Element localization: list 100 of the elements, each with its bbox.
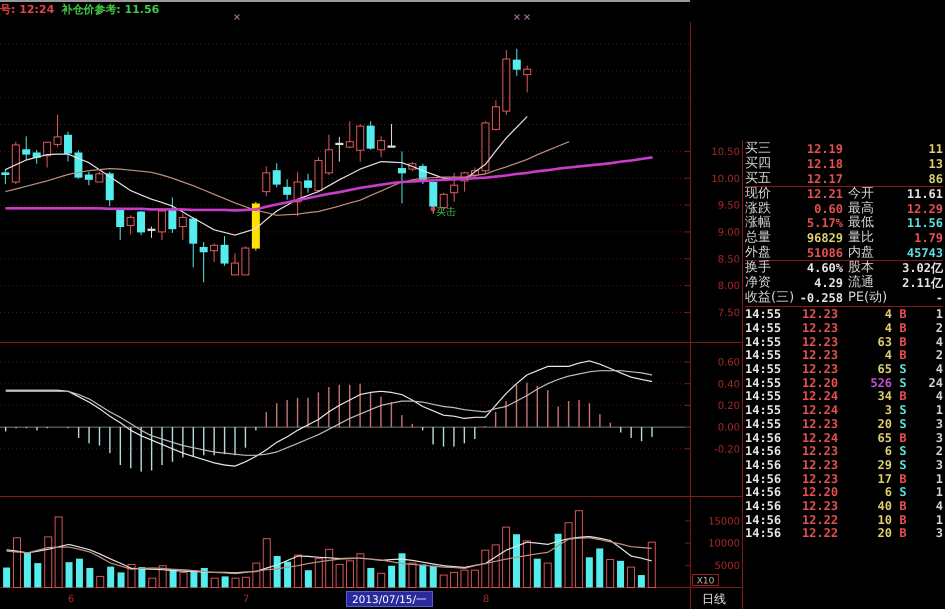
tick-time: 14:56 bbox=[745, 458, 782, 472]
candle bbox=[460, 171, 469, 192]
bar bbox=[200, 568, 208, 588]
bar bbox=[450, 572, 458, 588]
quote-value: 5.17% bbox=[806, 216, 843, 230]
bar bbox=[252, 562, 260, 588]
tick-count: 4 bbox=[936, 500, 943, 513]
bar bbox=[13, 537, 22, 588]
tick-volume: 4 bbox=[884, 322, 892, 335]
quote-label: 流通 bbox=[848, 276, 874, 290]
bid-price: 12.19 bbox=[806, 142, 843, 156]
candle bbox=[502, 49, 510, 116]
tick-side: B bbox=[899, 349, 907, 362]
bar bbox=[626, 566, 635, 588]
bid-level-label: 买五 bbox=[745, 172, 771, 186]
candle bbox=[178, 213, 187, 240]
tick-volume: 65 bbox=[878, 363, 892, 376]
candle bbox=[450, 172, 458, 202]
tick-time: 14:56 bbox=[745, 500, 782, 513]
bid-volume: 86 bbox=[928, 172, 943, 186]
bar bbox=[346, 560, 354, 588]
tick-side: B bbox=[899, 527, 907, 540]
tick-volume: 34 bbox=[878, 390, 892, 404]
period-label: 日线 bbox=[702, 592, 726, 606]
quote-label: 最高 bbox=[848, 202, 874, 216]
tick-price: 12.23 bbox=[802, 472, 838, 486]
month-label: 7 bbox=[242, 594, 250, 605]
tick-side: S bbox=[899, 458, 907, 472]
tick-volume: 6 bbox=[884, 445, 892, 458]
bar bbox=[304, 570, 312, 588]
candle bbox=[388, 124, 396, 148]
quote-value: 11.56 bbox=[906, 216, 943, 230]
bar bbox=[107, 566, 114, 588]
tick-volume: 4 bbox=[884, 308, 892, 322]
axis-label: 0.60 bbox=[718, 358, 740, 369]
tick-price: 12.23 bbox=[802, 418, 838, 431]
tick-count: 1 bbox=[936, 404, 943, 418]
quote-value: 3.02亿 bbox=[902, 261, 943, 276]
bar bbox=[648, 542, 656, 588]
bid-level-label: 买三 bbox=[745, 142, 771, 156]
tick-volume: 6 bbox=[884, 486, 892, 500]
axis-label: 10000 bbox=[708, 538, 740, 550]
candle bbox=[356, 124, 364, 162]
quote-value: - bbox=[936, 291, 943, 306]
bid-level-label: 买四 bbox=[745, 156, 771, 170]
bar bbox=[76, 558, 83, 588]
bar bbox=[336, 564, 344, 588]
axis-label: 15000 bbox=[708, 516, 740, 528]
bar bbox=[492, 544, 500, 588]
candle bbox=[116, 207, 124, 240]
tick-price: 12.23 bbox=[802, 363, 838, 376]
candle bbox=[492, 100, 500, 131]
quote-value: 1.79 bbox=[914, 231, 943, 246]
quote-value: 45743 bbox=[906, 246, 943, 260]
tick-price: 12.23 bbox=[802, 458, 838, 472]
signal-stick-drawing bbox=[252, 201, 260, 252]
bar bbox=[294, 554, 302, 588]
tick-side: B bbox=[899, 472, 907, 486]
bar bbox=[54, 516, 63, 588]
indicator-readout: 补仓价参考: 11.56 bbox=[61, 3, 160, 16]
bar bbox=[440, 574, 448, 588]
quote-label: 量比 bbox=[848, 231, 874, 246]
tick-count: 1 bbox=[936, 486, 943, 500]
axis-label: 8.50 bbox=[718, 254, 740, 266]
candle bbox=[304, 173, 312, 194]
bar bbox=[262, 538, 271, 588]
axis-label: 5000 bbox=[714, 560, 740, 572]
tick-time: 14:56 bbox=[745, 432, 782, 444]
candle bbox=[314, 156, 322, 192]
tick-side: B bbox=[899, 432, 907, 444]
bar bbox=[96, 576, 104, 588]
tick-side: S bbox=[899, 363, 907, 376]
candle bbox=[241, 246, 250, 276]
tick-price: 12.23 bbox=[802, 322, 838, 335]
tick-price: 12.20 bbox=[802, 376, 838, 390]
bar bbox=[617, 560, 624, 588]
candle bbox=[189, 216, 198, 268]
bar bbox=[158, 565, 167, 588]
scale-label: X10 bbox=[692, 574, 719, 586]
quote-value: 96829 bbox=[806, 231, 843, 246]
tick-side: B bbox=[899, 514, 907, 527]
tick-time: 14:55 bbox=[745, 322, 782, 335]
signal-dot-icon bbox=[430, 206, 436, 212]
candle bbox=[230, 252, 239, 276]
candle bbox=[220, 236, 229, 266]
bar bbox=[481, 550, 490, 588]
candle bbox=[32, 149, 41, 164]
candle bbox=[262, 166, 270, 196]
month-label: 6 bbox=[68, 594, 74, 605]
tick-time: 14:55 bbox=[745, 336, 782, 349]
tick-volume: 526 bbox=[870, 376, 892, 390]
bar bbox=[356, 553, 364, 588]
signal-label: 买击 bbox=[436, 207, 456, 218]
candle bbox=[210, 242, 218, 262]
bar bbox=[512, 534, 520, 588]
tick-time: 14:55 bbox=[745, 418, 782, 431]
tick-volume: 63 bbox=[878, 336, 892, 349]
tick-price: 12.23 bbox=[802, 349, 838, 362]
tick-count: 4 bbox=[936, 336, 943, 349]
axis-label: 0.40 bbox=[718, 379, 740, 390]
